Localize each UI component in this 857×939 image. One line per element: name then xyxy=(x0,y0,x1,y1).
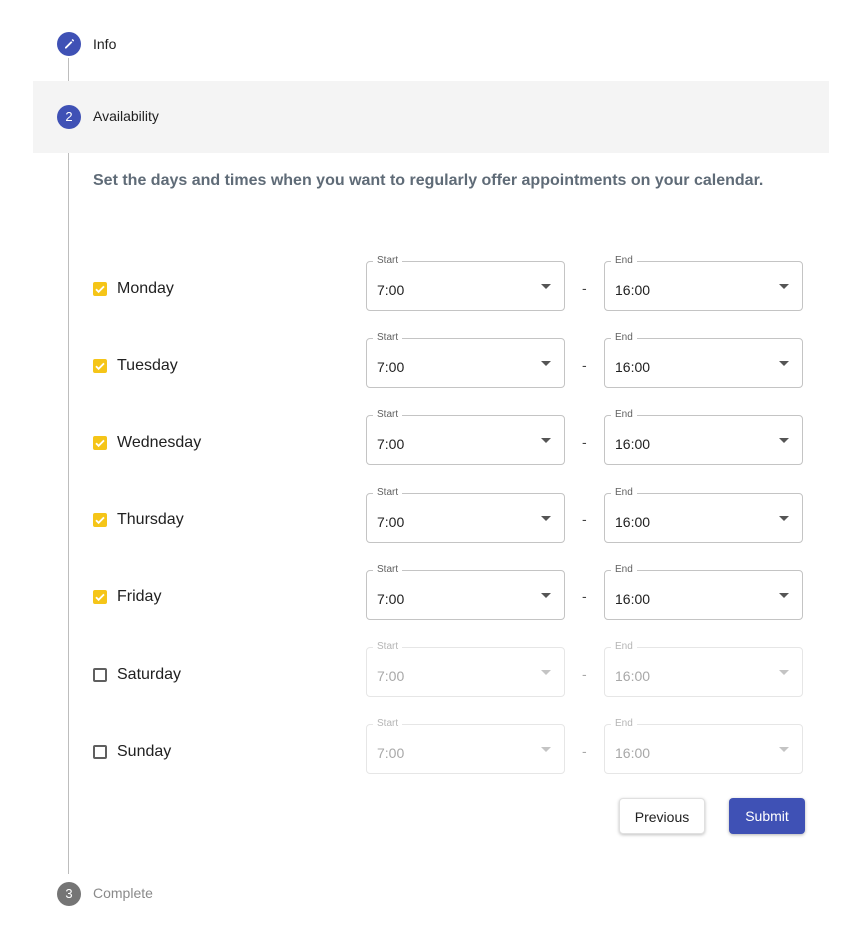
stepper-connector-content xyxy=(68,153,69,874)
start-legend: Start xyxy=(373,486,403,500)
checkmark-icon xyxy=(95,593,105,602)
checkmark-icon xyxy=(95,285,105,294)
checkmark-icon xyxy=(95,516,105,525)
wednesday-label[interactable]: Wednesday xyxy=(117,433,201,453)
step-info-label[interactable]: Info xyxy=(93,35,116,53)
stepper-connector-top xyxy=(68,58,69,81)
step-complete-label: Complete xyxy=(93,885,153,901)
end-legend: End xyxy=(611,486,637,500)
friday-start-select[interactable]: Start 7:00 xyxy=(366,563,565,620)
step-complete-badge: 3 xyxy=(57,882,81,906)
friday-checkbox[interactable] xyxy=(93,590,107,604)
dropdown-arrow-icon xyxy=(779,361,789,366)
sunday-label[interactable]: Sunday xyxy=(117,742,171,762)
tuesday-checkbox[interactable] xyxy=(93,359,107,373)
start-value: 7:00 xyxy=(377,591,405,607)
submit-button[interactable]: Submit xyxy=(729,798,805,834)
step-availability-badge: 2 xyxy=(57,105,81,129)
wednesday-start-select[interactable]: Start 7:00 xyxy=(366,408,565,465)
saturday-label[interactable]: Saturday xyxy=(117,665,181,685)
step-availability-label: Availability xyxy=(93,108,159,124)
tuesday-end-select[interactable]: End 16:00 xyxy=(604,331,803,388)
saturday-checkbox[interactable] xyxy=(93,668,107,682)
end-legend: End xyxy=(611,717,637,731)
dropdown-arrow-icon xyxy=(779,670,789,675)
friday-end-select[interactable]: End 16:00 xyxy=(604,563,803,620)
saturday-end-select: End 16:00 xyxy=(604,640,803,697)
dropdown-arrow-icon xyxy=(541,438,551,443)
time-separator: - xyxy=(582,743,587,759)
start-value: 7:00 xyxy=(377,514,405,530)
thursday-checkbox[interactable] xyxy=(93,513,107,527)
previous-button[interactable]: Previous xyxy=(619,798,705,834)
end-legend: End xyxy=(611,408,637,422)
pencil-icon xyxy=(65,39,75,49)
tuesday-label[interactable]: Tuesday xyxy=(117,356,178,376)
start-value: 7:00 xyxy=(377,745,405,761)
sunday-checkbox[interactable] xyxy=(93,745,107,759)
dropdown-arrow-icon xyxy=(541,670,551,675)
end-legend: End xyxy=(611,640,637,654)
dropdown-arrow-icon xyxy=(541,747,551,752)
time-separator: - xyxy=(582,434,587,450)
dropdown-arrow-icon xyxy=(541,593,551,598)
start-legend: Start xyxy=(373,640,403,654)
dropdown-arrow-icon xyxy=(779,593,789,598)
end-legend: End xyxy=(611,331,637,345)
thursday-label[interactable]: Thursday xyxy=(117,510,184,530)
saturday-start-select: Start 7:00 xyxy=(366,640,565,697)
dropdown-arrow-icon xyxy=(779,438,789,443)
step-info-badge[interactable] xyxy=(57,32,81,56)
end-value: 16:00 xyxy=(615,514,651,530)
dropdown-arrow-icon xyxy=(779,516,789,521)
sunday-end-select: End 16:00 xyxy=(604,717,803,774)
time-separator: - xyxy=(582,588,587,604)
start-value: 7:00 xyxy=(377,668,405,684)
wednesday-end-select[interactable]: End 16:00 xyxy=(604,408,803,465)
dropdown-arrow-icon xyxy=(541,516,551,521)
dropdown-arrow-icon xyxy=(541,284,551,289)
thursday-start-select[interactable]: Start 7:00 xyxy=(366,486,565,543)
end-value: 16:00 xyxy=(615,591,651,607)
availability-description: Set the days and times when you want to … xyxy=(93,172,764,189)
start-value: 7:00 xyxy=(377,359,405,375)
end-legend: End xyxy=(611,254,637,268)
start-value: 7:00 xyxy=(377,436,405,452)
wednesday-checkbox[interactable] xyxy=(93,436,107,450)
time-separator: - xyxy=(582,357,587,373)
dropdown-arrow-icon xyxy=(779,284,789,289)
start-legend: Start xyxy=(373,563,403,577)
checkmark-icon xyxy=(95,439,105,448)
end-value: 16:00 xyxy=(615,282,651,298)
start-legend: Start xyxy=(373,331,403,345)
end-value: 16:00 xyxy=(615,668,651,684)
start-legend: Start xyxy=(373,408,403,422)
dropdown-arrow-icon xyxy=(541,361,551,366)
time-separator: - xyxy=(582,280,587,296)
start-value: 7:00 xyxy=(377,282,405,298)
monday-checkbox[interactable] xyxy=(93,282,107,296)
time-separator: - xyxy=(582,666,587,682)
checkmark-icon xyxy=(95,362,105,371)
end-value: 16:00 xyxy=(615,359,651,375)
monday-start-select[interactable]: Start 7:00 xyxy=(366,254,565,311)
end-value: 16:00 xyxy=(615,745,651,761)
thursday-end-select[interactable]: End 16:00 xyxy=(604,486,803,543)
monday-label[interactable]: Monday xyxy=(117,279,174,299)
start-legend: Start xyxy=(373,717,403,731)
end-value: 16:00 xyxy=(615,436,651,452)
dropdown-arrow-icon xyxy=(779,747,789,752)
monday-end-select[interactable]: End 16:00 xyxy=(604,254,803,311)
tuesday-start-select[interactable]: Start 7:00 xyxy=(366,331,565,388)
end-legend: End xyxy=(611,563,637,577)
start-legend: Start xyxy=(373,254,403,268)
time-separator: - xyxy=(582,511,587,527)
sunday-start-select: Start 7:00 xyxy=(366,717,565,774)
friday-label[interactable]: Friday xyxy=(117,587,161,607)
